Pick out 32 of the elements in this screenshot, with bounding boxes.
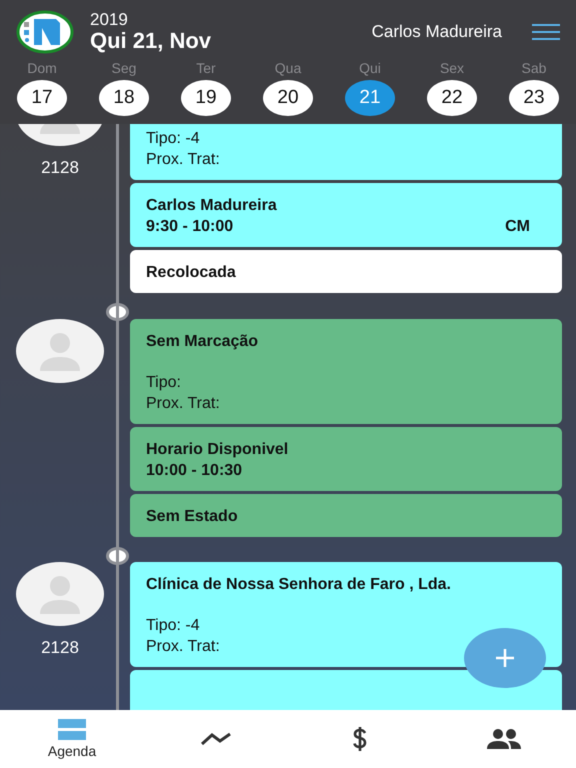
people-icon: [487, 729, 521, 749]
day-button[interactable]: 23: [509, 80, 559, 116]
weekday-label: Qui: [359, 60, 381, 76]
appointment-card[interactable]: Clínica de Nossa Senhora de Faro , Lda. Tipo: -4 Prox. Trat:: [130, 562, 562, 667]
weekday-label: Dom: [27, 60, 57, 76]
time-slot-card[interactable]: Carlos Madureira 9:30 - 10:00 CM: [130, 183, 562, 247]
dollar-icon: [352, 727, 368, 751]
agenda-icon: [58, 719, 86, 741]
appointment-card[interactable]: Sem Marcação Tipo: Prox. Trat:: [130, 318, 562, 424]
menu-icon[interactable]: [532, 24, 560, 40]
app-logo: [16, 10, 74, 54]
status-card[interactable]: Sem Estado: [130, 494, 562, 536]
date-title: Qui 21, Nov: [90, 29, 212, 53]
time-slot-card[interactable]: Horario Disponivel 10:00 - 10:30: [130, 426, 562, 490]
plus-icon: [495, 648, 515, 668]
year: 2019: [90, 11, 129, 29]
weekday-label: Sex: [440, 60, 464, 76]
day-button[interactable]: 17: [17, 80, 67, 116]
appointment-card[interactable]: Tipo: -4 Prox. Trat:: [130, 124, 562, 180]
weekday-label: Sab: [522, 60, 546, 76]
status-card[interactable]: Recolocada: [130, 250, 562, 293]
user-name: Carlos Madureira: [372, 22, 502, 42]
weekday-label: Seg: [112, 60, 136, 76]
day-button[interactable]: 18: [99, 80, 149, 116]
line-chart-icon: [200, 731, 232, 747]
day-button[interactable]: 22: [427, 80, 477, 116]
weekday-label: Qua: [274, 60, 302, 76]
patient-number: 2128: [40, 638, 80, 658]
day-button[interactable]: 19: [181, 80, 231, 116]
day-button[interactable]: 20: [263, 80, 313, 116]
weekday-label: Ter: [196, 60, 216, 76]
patient-number: 2128: [40, 158, 80, 178]
